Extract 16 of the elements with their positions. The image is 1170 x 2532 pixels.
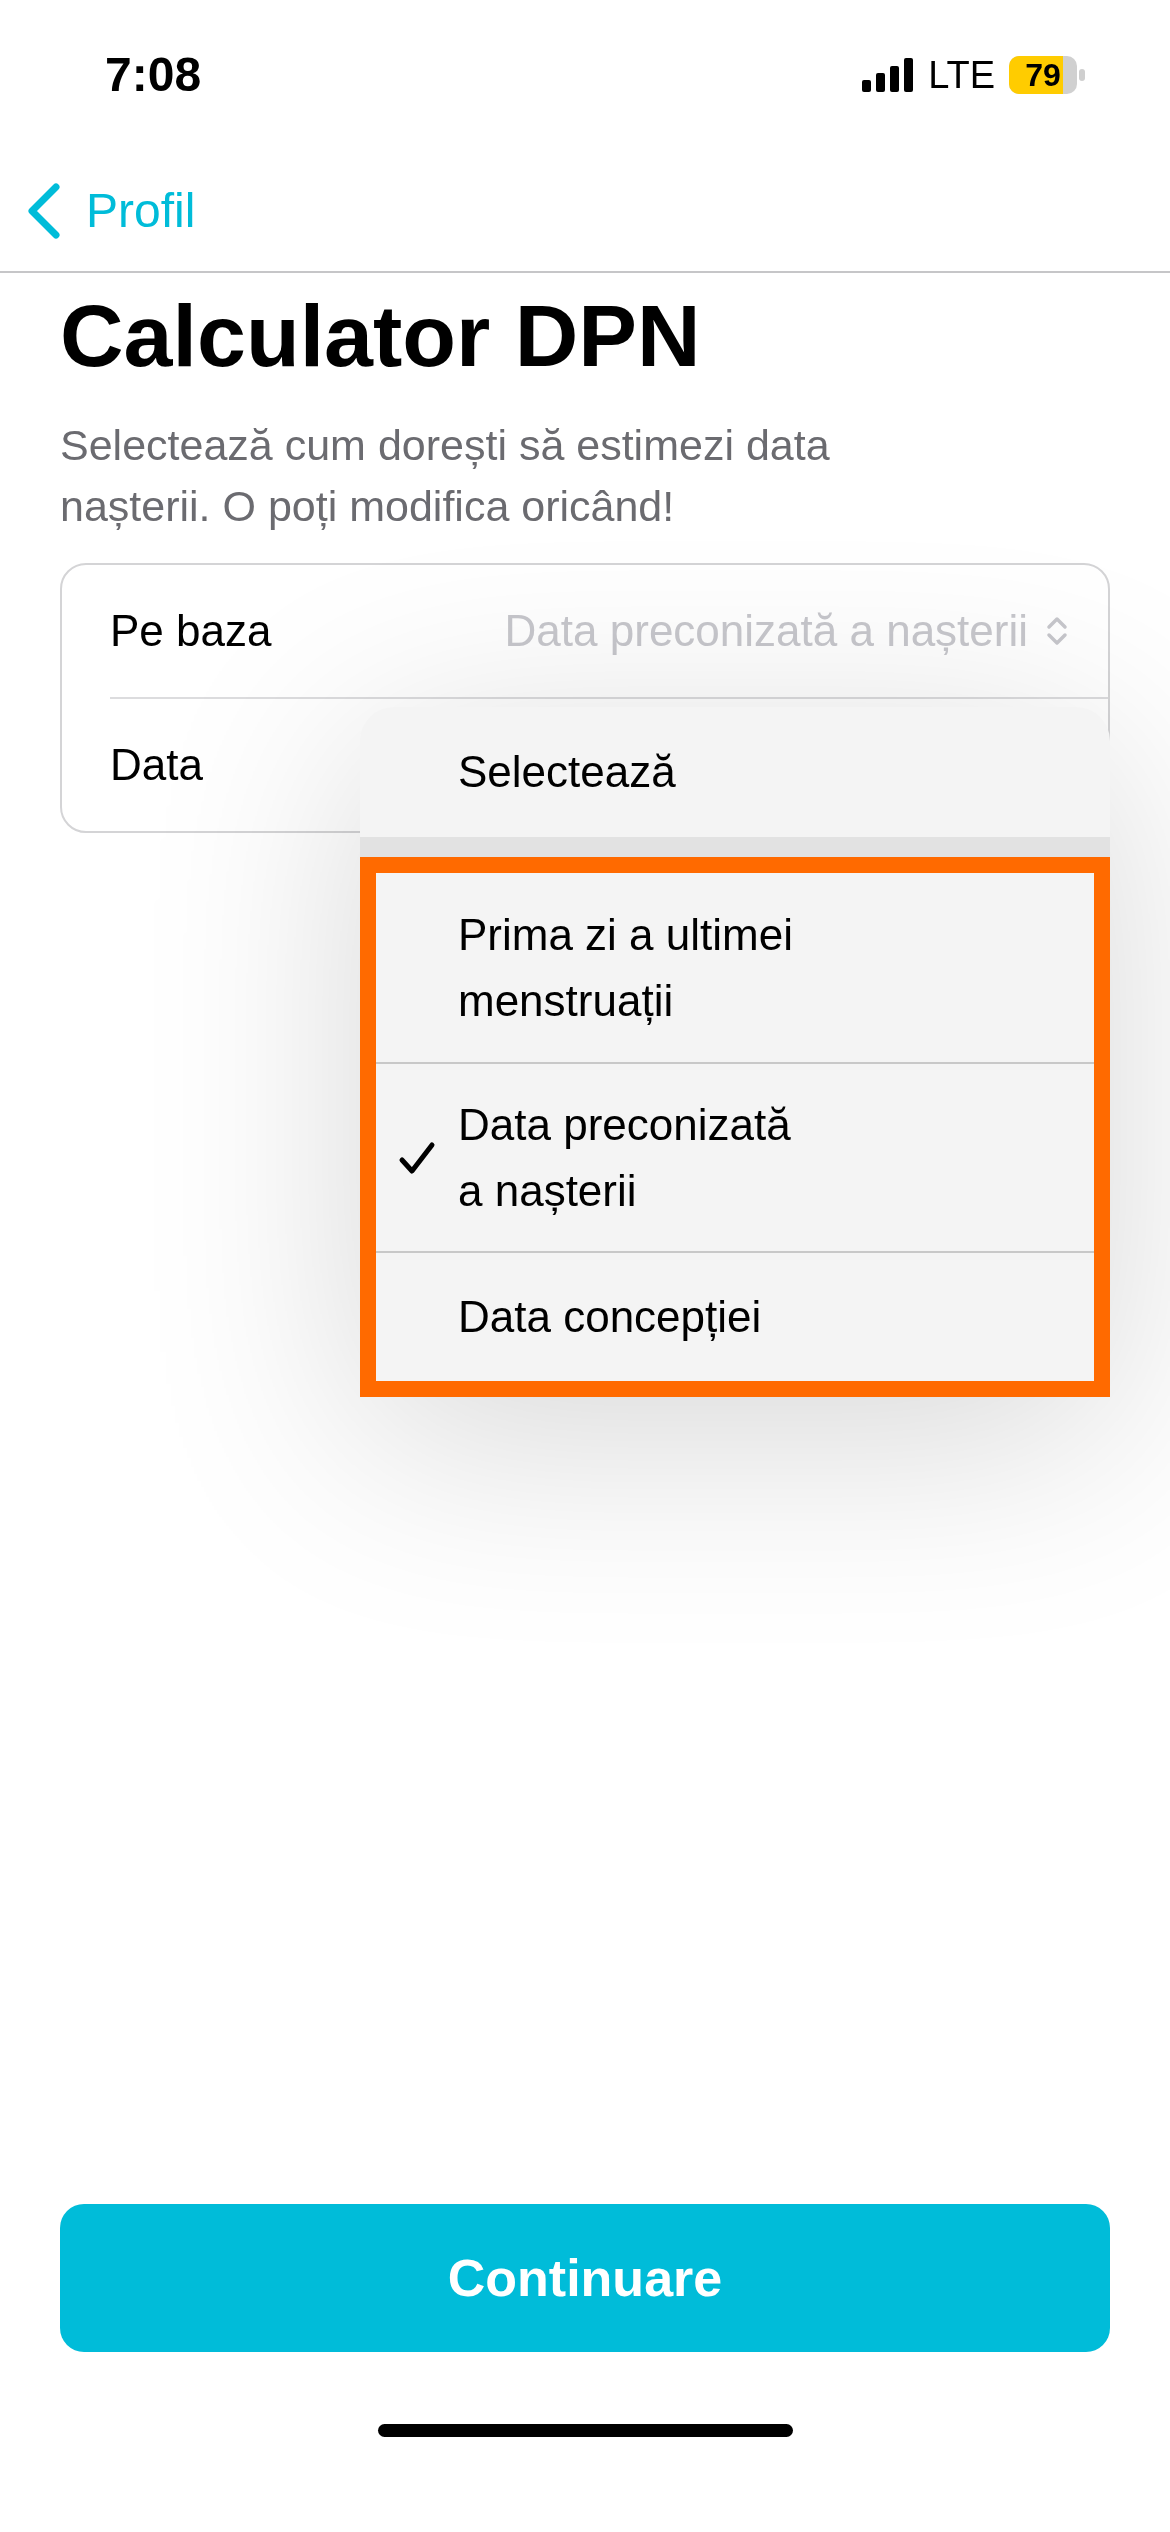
page-title: Calculator DPN: [60, 285, 702, 387]
battery-percent: 79: [1025, 59, 1061, 91]
up-down-chevron-icon: [1046, 614, 1068, 647]
menu-item[interactable]: Prima zi a ultimei menstruații: [376, 873, 1094, 1062]
menu-item[interactable]: Data preconizată a nașterii: [376, 1062, 1094, 1251]
back-chevron-icon: [28, 182, 60, 239]
menu-header: Selectează: [457, 746, 677, 798]
menu-item[interactable]: Data concepției: [376, 1251, 1094, 1381]
status-time: 7:08: [105, 47, 202, 103]
checkmark-icon: [398, 1139, 436, 1176]
battery-icon: [1009, 56, 1085, 94]
field-label: Data: [110, 738, 203, 791]
signal-icon: [862, 58, 915, 92]
description-text: Selectează cum dorești să estimezi data nașterii. O poți modifica oricând!: [60, 419, 831, 532]
field-label: Pe baza: [110, 604, 272, 657]
network-label: LTE: [928, 52, 995, 98]
